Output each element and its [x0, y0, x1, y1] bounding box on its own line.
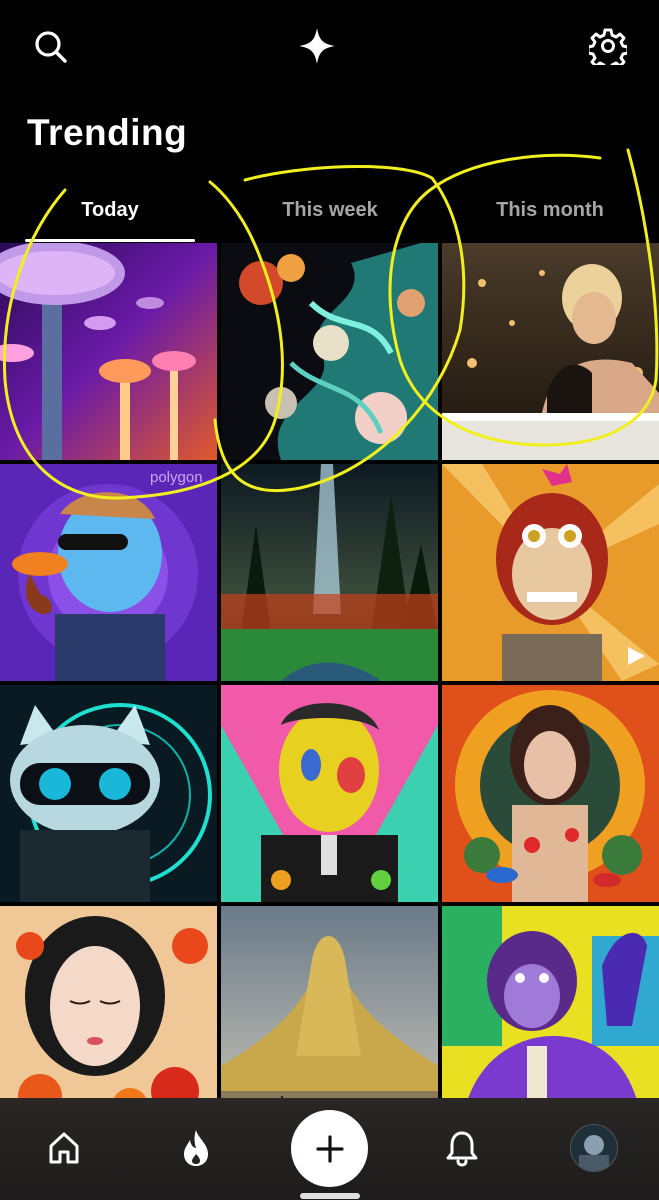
- tab-this-week[interactable]: This week: [245, 188, 415, 232]
- grid-tile-fantasy-clouds[interactable]: [221, 243, 438, 460]
- sparkle-icon: [299, 28, 335, 64]
- home-indicator: [300, 1193, 360, 1199]
- grid-tile-woman-red-flowers[interactable]: [0, 906, 217, 1123]
- active-tab-indicator: [25, 239, 195, 242]
- nav-notifications-button[interactable]: [434, 1120, 490, 1176]
- create-button[interactable]: [291, 1110, 368, 1187]
- nav-profile-button[interactable]: [566, 1120, 622, 1176]
- grid-tile-neon-cat[interactable]: [0, 685, 217, 902]
- top-bar: [0, 0, 659, 95]
- discover-button[interactable]: [293, 22, 341, 70]
- search-button[interactable]: [28, 24, 74, 70]
- avatar: [570, 1124, 618, 1172]
- gear-icon: [589, 28, 627, 65]
- nav-trending-button[interactable]: [168, 1120, 224, 1176]
- grid-tile-platypus[interactable]: polygon: [0, 464, 217, 681]
- artwork-thumbnail: [221, 685, 438, 902]
- bottom-nav: [0, 1098, 659, 1200]
- home-icon: [49, 1132, 79, 1164]
- artwork-thumbnail: [221, 464, 438, 681]
- artwork-thumbnail: [442, 685, 659, 902]
- artwork-thumbnail: [221, 243, 438, 460]
- artwork-thumbnail: [0, 685, 217, 902]
- artwork-thumbnail: polygon: [0, 464, 217, 681]
- image-grid: polygon: [0, 243, 659, 1123]
- grid-tile-woman-flowers-birds[interactable]: [442, 685, 659, 902]
- artwork-thumbnail: [442, 906, 659, 1123]
- grid-tile-golden-bath[interactable]: [442, 243, 659, 460]
- grid-tile-pop-art-portrait[interactable]: [221, 685, 438, 902]
- polygon-label: polygon: [150, 469, 203, 486]
- grid-tile-ape-purple-suit[interactable]: [442, 906, 659, 1123]
- video-play-icon: [628, 647, 645, 665]
- flame-icon: [184, 1130, 208, 1166]
- bell-icon: [446, 1131, 478, 1167]
- grid-tile-cartoon-ape[interactable]: [442, 464, 659, 681]
- artwork-thumbnail: [0, 243, 217, 460]
- plus-icon: [315, 1134, 344, 1163]
- tab-today[interactable]: Today: [25, 188, 195, 232]
- tab-this-month[interactable]: This month: [460, 188, 640, 232]
- page-title: Trending: [27, 112, 188, 153]
- settings-button[interactable]: [584, 22, 632, 70]
- grid-tile-golden-monument[interactable]: [221, 906, 438, 1123]
- search-icon: [35, 31, 67, 63]
- grid-tile-mushroom-forest[interactable]: [0, 243, 217, 460]
- grid-tile-forest-beam[interactable]: [221, 464, 438, 681]
- nav-home-button[interactable]: [36, 1120, 92, 1176]
- artwork-thumbnail: [221, 906, 438, 1123]
- trending-tabs: Today This week This month: [0, 188, 659, 244]
- artwork-thumbnail: [0, 906, 217, 1123]
- artwork-thumbnail: [442, 243, 659, 460]
